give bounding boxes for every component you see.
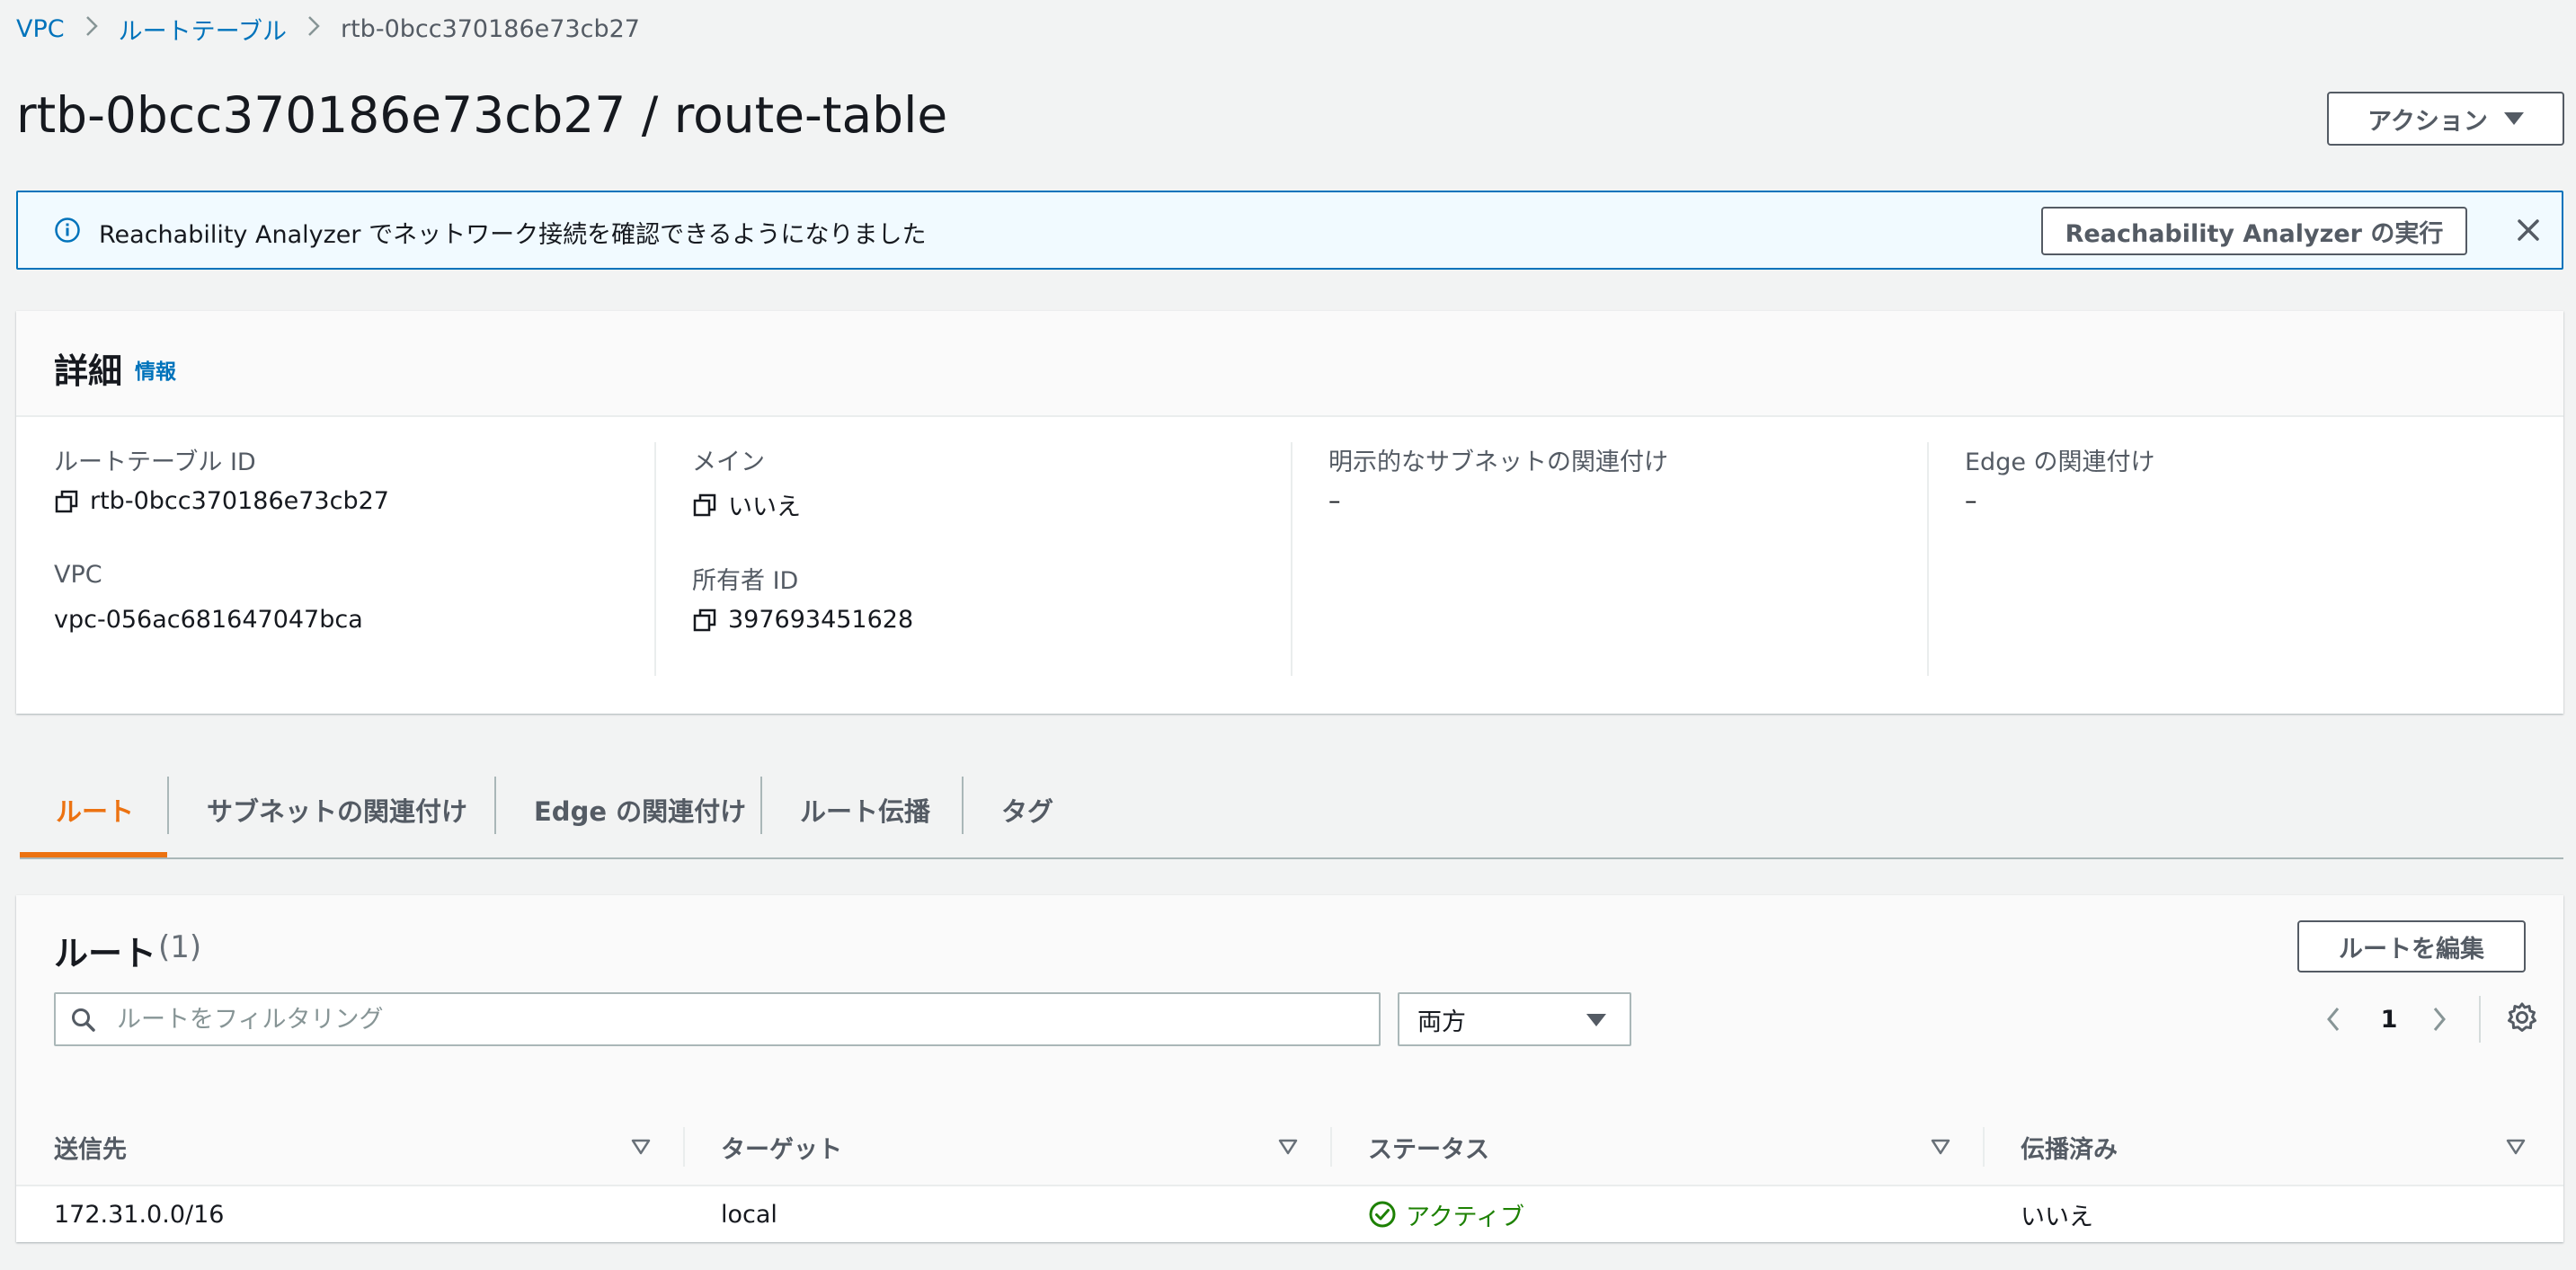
details-panel: 詳細 情報 ルートテーブル ID rtb-0bcc370186e73cb27 V… <box>16 311 2563 714</box>
chevron-right-icon <box>306 14 321 44</box>
chevron-right-icon <box>84 14 99 44</box>
tab-route-propagation[interactable]: ルート伝播 <box>800 764 930 856</box>
breadcrumb-route-tables-link[interactable]: ルートテーブル <box>119 12 287 47</box>
breadcrumb: VPC ルートテーブル rtb-0bcc370186e73cb27 <box>16 12 640 47</box>
tab-divider <box>167 777 169 834</box>
current-page-number[interactable]: 1 <box>2371 996 2407 1043</box>
details-title: 詳細 <box>54 351 123 391</box>
details-column-3: 明示的なサブネットの関連付け – <box>1291 442 1929 676</box>
sort-icon[interactable] <box>2506 1138 2526 1156</box>
actions-button[interactable]: アクション <box>2327 92 2564 146</box>
subnet-association-label: 明示的なサブネットの関連付け <box>1328 448 1668 476</box>
copy-icon[interactable] <box>692 493 717 518</box>
main-value-text: いいえ <box>728 493 801 521</box>
route-filter-field[interactable] <box>54 992 1381 1046</box>
details-column-1: ルートテーブル ID rtb-0bcc370186e73cb27 VPC vpc… <box>16 442 653 676</box>
page-title: rtb-0bcc370186e73cb27 / route-table <box>16 86 948 144</box>
tab-subnet-associations[interactable]: サブネットの関連付け <box>207 764 467 856</box>
details-column-4: Edge の関連付け – <box>1927 442 2565 676</box>
breadcrumb-vpc-link[interactable]: VPC <box>16 15 65 43</box>
settings-icon[interactable] <box>2504 999 2540 1035</box>
edge-association-value: – <box>1965 487 1977 515</box>
vpc-link[interactable]: vpc-056ac681647047bca <box>54 606 363 634</box>
column-header-status[interactable]: ステータス <box>1368 1109 1489 1185</box>
caret-down-icon <box>1586 1014 1606 1026</box>
vpc-label: VPC <box>54 561 102 589</box>
owner-id-value: 397693451628 <box>692 606 913 634</box>
routes-panel-header: ルート (1) ルートを編集 両方 1 <box>16 895 2563 1111</box>
main-label: メイン <box>692 448 765 476</box>
route-table-id-label: ルートテーブル ID <box>54 448 256 476</box>
select-value: 両方 <box>1417 1008 1466 1036</box>
routes-count: (1) <box>158 929 202 965</box>
sort-icon[interactable] <box>631 1138 651 1156</box>
owner-id-label: 所有者 ID <box>692 567 799 595</box>
run-reachability-analyzer-button[interactable]: Reachability Analyzer の実行 <box>2041 207 2467 255</box>
cell-propagated: いいえ <box>2021 1203 2093 1231</box>
edit-routes-button[interactable]: ルートを編集 <box>2297 920 2526 972</box>
pagination-divider <box>2479 996 2481 1043</box>
tab-routes[interactable]: ルート <box>56 764 134 856</box>
column-divider <box>1983 1127 1985 1167</box>
active-tab-indicator <box>20 852 167 857</box>
info-link[interactable]: 情報 <box>135 354 176 385</box>
edge-association-label: Edge の関連付け <box>1965 448 2155 476</box>
flash-message: Reachability Analyzer でネットワーク接続を確認できるように… <box>99 221 927 249</box>
copy-icon[interactable] <box>54 489 79 514</box>
cell-target: local <box>721 1200 777 1229</box>
cell-destination: 172.31.0.0/16 <box>54 1200 225 1229</box>
info-flash-banner: Reachability Analyzer でネットワーク接続を確認できるように… <box>16 191 2563 270</box>
column-divider <box>1330 1127 1332 1167</box>
actions-button-label: アクション <box>2367 107 2488 136</box>
route-filter-input[interactable] <box>115 1004 1359 1035</box>
caret-down-icon <box>2503 112 2524 125</box>
subnet-association-value: – <box>1328 487 1341 515</box>
sort-icon[interactable] <box>1278 1138 1298 1156</box>
column-header-propagated[interactable]: 伝播済み <box>2021 1109 2118 1185</box>
copy-icon[interactable] <box>692 608 717 633</box>
column-header-destination[interactable]: 送信先 <box>54 1109 127 1185</box>
column-header-target[interactable]: ターゲット <box>721 1109 842 1185</box>
routes-title: ルート <box>54 934 157 973</box>
sort-icon[interactable] <box>1931 1138 1950 1156</box>
info-icon <box>55 218 80 243</box>
tab-tags[interactable]: タグ <box>1001 764 1053 856</box>
close-icon[interactable] <box>2512 214 2545 246</box>
check-circle-icon <box>1369 1201 1396 1228</box>
routes-panel: ルート (1) ルートを編集 両方 1 送 <box>16 895 2563 1242</box>
owner-id-text: 397693451628 <box>728 606 914 634</box>
table-row: 172.31.0.0/16 local アクティブ いいえ <box>16 1186 2563 1242</box>
column-divider <box>683 1127 685 1167</box>
details-column-2: メイン いいえ 所有者 ID 397693451628 <box>654 442 1292 676</box>
breadcrumb-current: rtb-0bcc370186e73cb27 <box>341 14 640 43</box>
propagation-filter-select[interactable]: 両方 <box>1398 992 1631 1046</box>
search-icon <box>72 1008 95 1032</box>
details-panel-header: 詳細 情報 <box>16 311 2563 417</box>
tab-divider <box>962 777 964 834</box>
tab-divider <box>760 777 762 834</box>
route-table-id-value: rtb-0bcc370186e73cb27 <box>54 487 389 515</box>
tab-bar: ルート サブネットの関連付け Edge の関連付け ルート伝播 タグ <box>20 764 2563 859</box>
tab-edge-associations[interactable]: Edge の関連付け <box>534 764 746 856</box>
route-table-id-text: rtb-0bcc370186e73cb27 <box>90 487 389 515</box>
chevron-right-icon[interactable] <box>2421 996 2457 1043</box>
main-value: いいえ <box>692 487 801 522</box>
cell-status: アクティブ <box>1368 1186 1524 1242</box>
status-text: アクティブ <box>1406 1203 1525 1231</box>
chevron-left-icon[interactable] <box>2315 996 2351 1043</box>
routes-table-header: 送信先 ターゲット ステータス 伝播済み <box>16 1109 2563 1186</box>
tab-divider <box>494 777 496 834</box>
